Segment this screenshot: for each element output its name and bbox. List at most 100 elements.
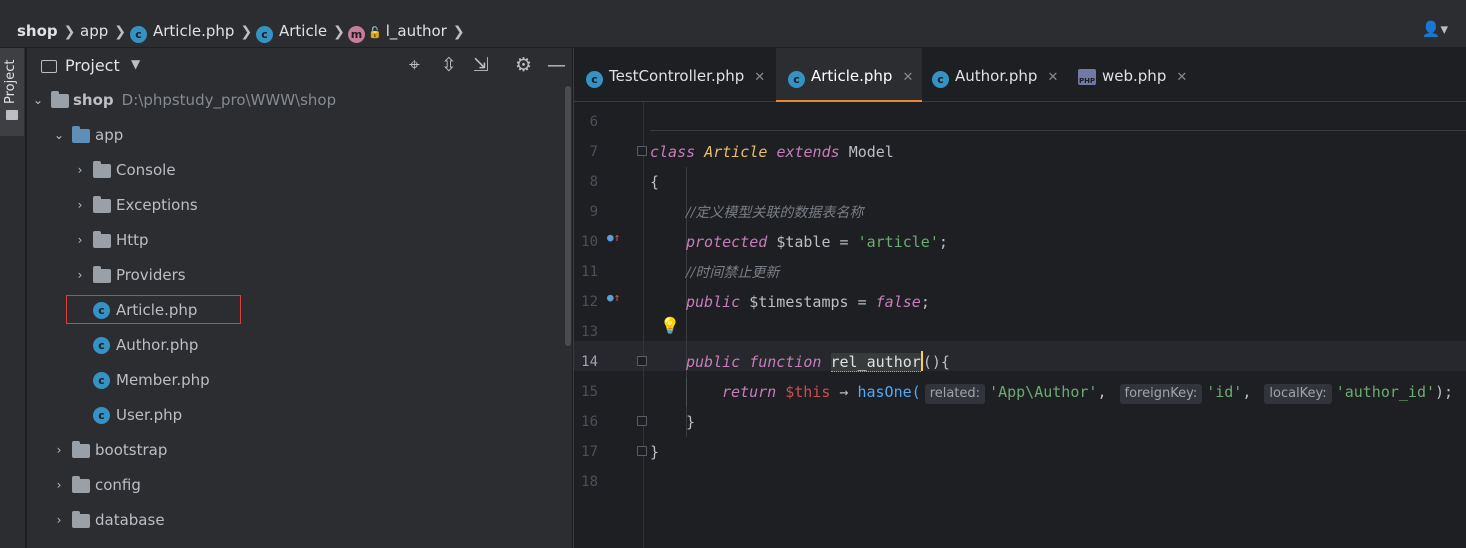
tree-item-console[interactable]: › Console [27, 153, 572, 188]
project-panel-header: Project ▼ ⌖ ⇳ ⇲ ⚙ — [27, 48, 572, 84]
code-line-9: //定义模型关联的数据表名称 [686, 197, 863, 227]
folder-icon [93, 196, 111, 213]
tree-item-config[interactable]: › config [27, 468, 572, 503]
code-line-8: { [650, 173, 660, 191]
line-number: 15 [581, 384, 598, 400]
tab-testcontroller-php[interactable]: c TestController.php ✕ [574, 48, 776, 102]
close-icon[interactable]: ✕ [754, 70, 765, 85]
tab-article-php[interactable]: c Article.php ✕ [776, 48, 922, 102]
override-icon[interactable]: ●↑ [607, 291, 620, 304]
breadcrumb-item-method[interactable]: m 🔓 l_author ❯ [348, 0, 465, 48]
code-line-11: //时间禁止更新 [686, 257, 779, 287]
tree-item-database[interactable]: › database [27, 503, 572, 538]
tab-label: TestController.php [609, 67, 745, 85]
parameter-hint: foreignKey: [1119, 384, 1203, 404]
override-icon[interactable]: ●↑ [607, 231, 620, 244]
breadcrumb-item-app[interactable]: app ❯ [80, 0, 126, 48]
folder-icon [93, 161, 111, 178]
code-line-16: } [686, 413, 696, 431]
chevron-down-icon[interactable]: ▼ [131, 57, 140, 71]
folder-icon [93, 231, 111, 248]
breadcrumb-label: Article.php [153, 22, 235, 40]
code-line-7: class Article extends Model [650, 137, 894, 167]
fold-marker-icon[interactable] [637, 446, 647, 456]
chevron-right-icon[interactable]: › [73, 188, 87, 223]
close-icon[interactable]: ✕ [1176, 70, 1187, 85]
php-file-icon: PHP [1078, 69, 1096, 85]
folder-icon [93, 266, 111, 283]
user-icon[interactable]: 👤▾ [1422, 20, 1448, 38]
chevron-down-icon[interactable]: ⌄ [52, 118, 66, 153]
this-keyword: $this [785, 383, 831, 401]
tree-item-path: D:\phpstudy_pro\WWW\shop [121, 91, 337, 109]
panel-title[interactable]: Project [65, 56, 120, 75]
php-class-icon: c [130, 26, 147, 43]
tree-item-member-php[interactable]: c Member.php [27, 363, 572, 398]
tree-item-user-php[interactable]: c User.php [27, 398, 572, 433]
line-number: 16 [581, 414, 598, 430]
lightbulb-icon[interactable]: 💡 [660, 316, 680, 335]
code-line-17: } [650, 443, 660, 461]
selection-highlight [66, 295, 241, 324]
minimize-icon[interactable]: — [547, 54, 566, 76]
php-class-icon: c [586, 71, 603, 88]
chevron-right-icon[interactable]: › [52, 433, 66, 468]
operator: = [830, 233, 858, 251]
folder-icon [6, 110, 18, 120]
code-area[interactable]: 6 7 8 9 10 11 12 13 14 15 16 17 18 ●↑ ●↑… [574, 102, 1466, 548]
chevron-right-icon: ❯ [114, 24, 126, 40]
method-separator [650, 130, 1466, 131]
tree-item-bootstrap[interactable]: › bootstrap [27, 433, 572, 468]
php-class-icon: c [93, 407, 110, 424]
tree-item-http[interactable]: › Http [27, 223, 572, 258]
tool-window-strip: Project [0, 48, 26, 548]
breadcrumb-item-shop[interactable]: shop ❯ [17, 0, 75, 48]
line-number: 9 [589, 204, 598, 220]
keyword: function [749, 353, 822, 371]
comment: //定义模型关联的数据表名称 [686, 205, 864, 221]
tab-author-php[interactable]: c Author.php ✕ [920, 48, 1066, 102]
tree-item-exceptions[interactable]: › Exceptions [27, 188, 572, 223]
keyword: class [650, 143, 696, 161]
chevron-down-icon[interactable]: ⌄ [31, 83, 45, 118]
tab-label: web.php [1102, 67, 1167, 85]
chevron-right-icon[interactable]: › [73, 223, 87, 258]
operator: → [830, 383, 858, 401]
tree-item-label: Exceptions [116, 196, 198, 214]
fold-marker-icon[interactable] [637, 356, 647, 366]
fold-marker-icon[interactable] [637, 416, 647, 426]
string-literal: 'App\Author' [989, 383, 1098, 401]
collapse-all-icon[interactable]: ⇲ [473, 54, 489, 76]
expand-all-icon[interactable]: ⇳ [441, 54, 457, 76]
line-number: 17 [581, 444, 598, 460]
close-icon[interactable]: ✕ [902, 70, 913, 85]
line-number: 8 [589, 174, 598, 190]
parent-class: Model [848, 143, 894, 161]
line-number: 6 [589, 114, 598, 130]
breadcrumb-item-article-class[interactable]: c Article ❯ [256, 0, 345, 48]
line-number: 14 [581, 354, 598, 370]
line-number: 7 [589, 144, 598, 160]
tree-item-shop[interactable]: ⌄ shop D:\phpstudy_pro\WWW\shop [27, 83, 572, 118]
close-icon[interactable]: ✕ [1047, 70, 1058, 85]
locate-icon[interactable]: ⌖ [409, 54, 420, 76]
gear-icon[interactable]: ⚙ [515, 54, 532, 76]
chevron-right-icon[interactable]: › [52, 468, 66, 503]
project-tool-tab[interactable]: Project [0, 48, 24, 136]
chevron-right-icon[interactable]: › [73, 258, 87, 293]
tree-item-providers[interactable]: › Providers [27, 258, 572, 293]
scrollbar[interactable] [565, 86, 571, 346]
keyword: public [686, 353, 741, 371]
chevron-right-icon[interactable]: › [73, 153, 87, 188]
breadcrumb-item-article-php[interactable]: c Article.php ❯ [130, 0, 252, 48]
parameter-hint: localKey: [1264, 384, 1332, 404]
fold-marker-icon[interactable] [637, 146, 647, 156]
tree-item-app[interactable]: ⌄ app [27, 118, 572, 153]
tab-label: Author.php [955, 67, 1038, 85]
tree-item-author-php[interactable]: c Author.php [27, 328, 572, 363]
folder-icon [51, 91, 69, 108]
code-line-14: public function rel_author(){ [686, 347, 950, 377]
tab-web-php[interactable]: PHP web.php ✕ [1066, 48, 1196, 102]
chevron-right-icon[interactable]: › [52, 503, 66, 538]
php-class-icon: c [256, 26, 273, 43]
